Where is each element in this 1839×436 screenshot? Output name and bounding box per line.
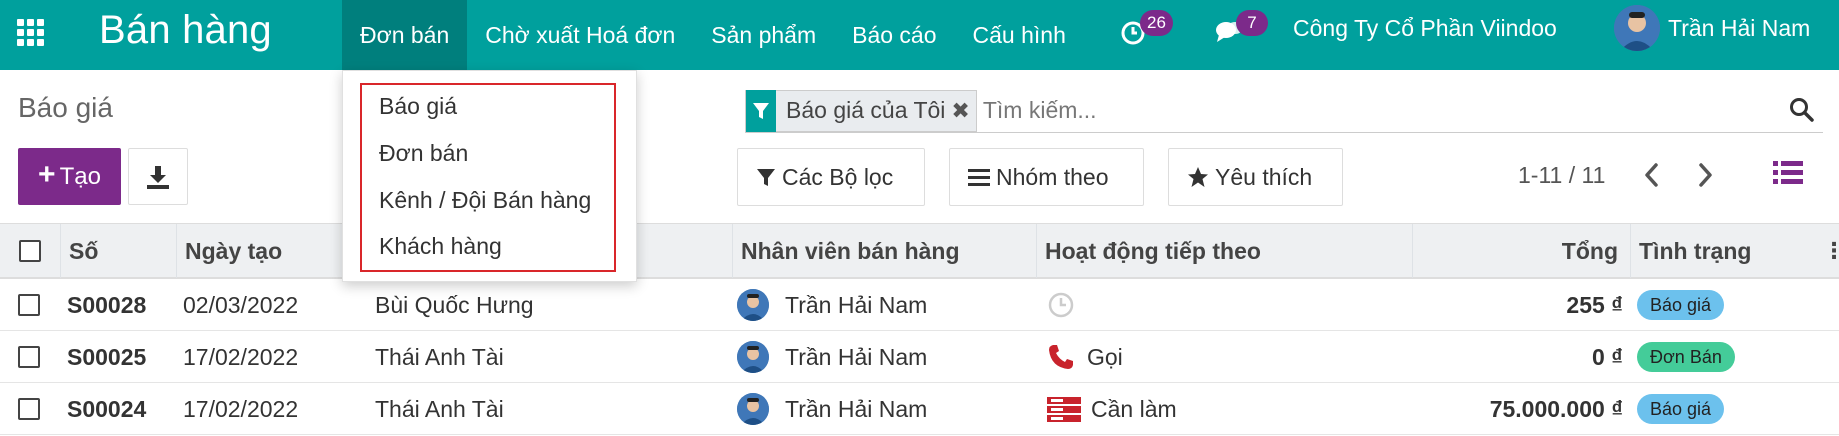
- pager-value[interactable]: 1-11 / 11: [1518, 162, 1605, 189]
- customer-name: Thái Anh Tài: [375, 395, 504, 422]
- favorites-label: Yêu thích: [1215, 163, 1313, 190]
- phone-icon: [1049, 345, 1073, 369]
- optional-columns-icon[interactable]: ⋮: [1815, 224, 1839, 278]
- next-activity-cell[interactable]: Cần làm: [1047, 383, 1177, 435]
- customer-name: Bùi Quốc Hưng: [375, 291, 534, 318]
- select-all-checkbox[interactable]: [19, 240, 41, 262]
- group-by-label: Nhóm theo: [996, 163, 1109, 190]
- activity-label: Cần làm: [1091, 395, 1177, 422]
- message-count-badge: 7: [1236, 10, 1268, 36]
- table-row[interactable]: S00024 17/02/2022 Thái Anh Tài Trần Hải …: [0, 383, 1839, 435]
- dropdown-item-orders[interactable]: Đơn bán: [379, 140, 468, 167]
- filters-button[interactable]: Các Bộ lọc: [737, 148, 925, 206]
- salesperson-avatar: [737, 341, 769, 373]
- quotations-table: Số Ngày tạo Nhân viên bán hàng Hoạt động…: [0, 223, 1839, 435]
- search-facet: Báo giá của Tôi ✖: [745, 89, 977, 132]
- salesperson-avatar: [737, 393, 769, 425]
- plus-icon: +: [38, 158, 56, 191]
- customer-name: Thái Anh Tài: [375, 343, 504, 370]
- salesperson-name: Trần Hải Nam: [785, 395, 928, 422]
- table-row[interactable]: S00028 02/03/2022 Bùi Quốc Hưng Trần Hải…: [0, 279, 1839, 331]
- group-by-button[interactable]: Nhóm theo: [949, 148, 1144, 206]
- status-badge: Đơn Bán: [1637, 342, 1735, 372]
- next-activity-cell[interactable]: Gọi: [1047, 331, 1123, 383]
- salesperson-name: Trần Hải Nam: [785, 343, 928, 370]
- create-button[interactable]: + Tạo: [18, 148, 121, 205]
- pager-previous-icon[interactable]: [1643, 162, 1661, 193]
- search-bar: Báo giá của Tôi ✖: [745, 89, 1823, 133]
- dropdown-item-quotations[interactable]: Báo giá: [379, 93, 457, 120]
- main-menu: Đơn bán Chờ xuất Hoá đơn Sản phẩm Báo cá…: [342, 0, 1084, 70]
- facet-label: Báo giá của Tôi: [786, 97, 946, 123]
- menu-item-reporting[interactable]: Báo cáo: [834, 0, 954, 70]
- app-brand[interactable]: Bán hàng: [99, 8, 272, 53]
- salesperson-cell: Trần Hải Nam: [737, 279, 927, 331]
- top-navbar: Bán hàng Đơn bán Chờ xuất Hoá đơn Sản ph…: [0, 0, 1839, 70]
- search-icon[interactable]: [1789, 97, 1815, 128]
- list-view-icon[interactable]: [1773, 160, 1803, 191]
- salesperson-name: Trần Hải Nam: [785, 291, 928, 318]
- status-badge: Báo giá: [1637, 394, 1725, 424]
- company-switcher[interactable]: Công Ty Cổ Phần Viindoo: [1293, 15, 1557, 42]
- order-number: S00028: [67, 291, 147, 318]
- order-date: 17/02/2022: [183, 395, 299, 422]
- activity-label: Gọi: [1087, 343, 1123, 370]
- user-avatar: [1614, 5, 1660, 51]
- orders-dropdown-menu: Báo giá Đơn bán Kênh / Đội Bán hàng Khác…: [342, 70, 637, 282]
- breadcrumb: Báo giá: [18, 92, 113, 123]
- download-icon: [147, 165, 169, 189]
- menu-item-configuration[interactable]: Cấu hình: [955, 0, 1084, 70]
- order-number: S00024: [67, 395, 147, 422]
- order-number: S00025: [67, 343, 147, 370]
- apps-menu-icon[interactable]: [16, 18, 44, 46]
- activity-count-badge: 26: [1140, 10, 1173, 36]
- table-header: Số Ngày tạo Nhân viên bán hàng Hoạt động…: [0, 223, 1839, 279]
- dropdown-item-sales-teams[interactable]: Kênh / Đội Bán hàng: [379, 187, 591, 214]
- order-total: 0 ₫: [1592, 343, 1623, 370]
- order-date: 17/02/2022: [183, 343, 299, 370]
- menu-item-orders[interactable]: Đơn bán: [342, 0, 468, 70]
- order-total: 255 ₫: [1566, 291, 1623, 318]
- order-total: 75.000.000 ₫: [1489, 395, 1623, 422]
- create-button-label: Tạo: [59, 162, 101, 190]
- user-name: Trần Hải Nam: [1668, 14, 1811, 41]
- order-date: 02/03/2022: [183, 291, 299, 318]
- column-header-status[interactable]: Tình trạng: [1630, 224, 1815, 278]
- row-checkbox[interactable]: [18, 398, 40, 420]
- status-badge: Báo giá: [1637, 290, 1725, 320]
- filter-icon: [746, 89, 776, 132]
- remove-facet-icon[interactable]: ✖: [951, 98, 975, 124]
- favorites-button[interactable]: Yêu thích: [1168, 148, 1343, 206]
- search-input[interactable]: [982, 97, 1743, 124]
- pager-next-icon[interactable]: [1696, 162, 1714, 193]
- salesperson-cell: Trần Hải Nam: [737, 331, 927, 383]
- clock-icon: [1048, 292, 1074, 318]
- star-icon: [1188, 167, 1208, 187]
- funnel-icon: [757, 169, 775, 186]
- select-all-cell: [0, 224, 60, 278]
- column-header-total[interactable]: Tổng: [1412, 224, 1630, 278]
- menu-item-to-invoice[interactable]: Chờ xuất Hoá đơn: [467, 0, 693, 70]
- column-header-number[interactable]: Số: [60, 224, 176, 278]
- column-header-date[interactable]: Ngày tạo: [176, 224, 366, 278]
- user-menu[interactable]: Trần Hải Nam: [1614, 5, 1810, 51]
- tasks-icon: [1047, 397, 1081, 422]
- next-activity-cell[interactable]: [1047, 279, 1075, 331]
- bars-icon: [968, 169, 990, 186]
- filters-label: Các Bộ lọc: [782, 163, 894, 190]
- salesperson-cell: Trần Hải Nam: [737, 383, 927, 435]
- menu-item-products[interactable]: Sản phẩm: [693, 0, 834, 70]
- export-button[interactable]: [128, 148, 188, 205]
- column-header-next-activity[interactable]: Hoạt động tiếp theo: [1036, 224, 1412, 278]
- dropdown-item-customers[interactable]: Khách hàng: [379, 233, 502, 260]
- column-header-salesperson[interactable]: Nhân viên bán hàng: [732, 224, 1036, 278]
- salesperson-avatar: [737, 289, 769, 321]
- table-row[interactable]: S00025 17/02/2022 Thái Anh Tài Trần Hải …: [0, 331, 1839, 383]
- row-checkbox[interactable]: [18, 294, 40, 316]
- row-checkbox[interactable]: [18, 346, 40, 368]
